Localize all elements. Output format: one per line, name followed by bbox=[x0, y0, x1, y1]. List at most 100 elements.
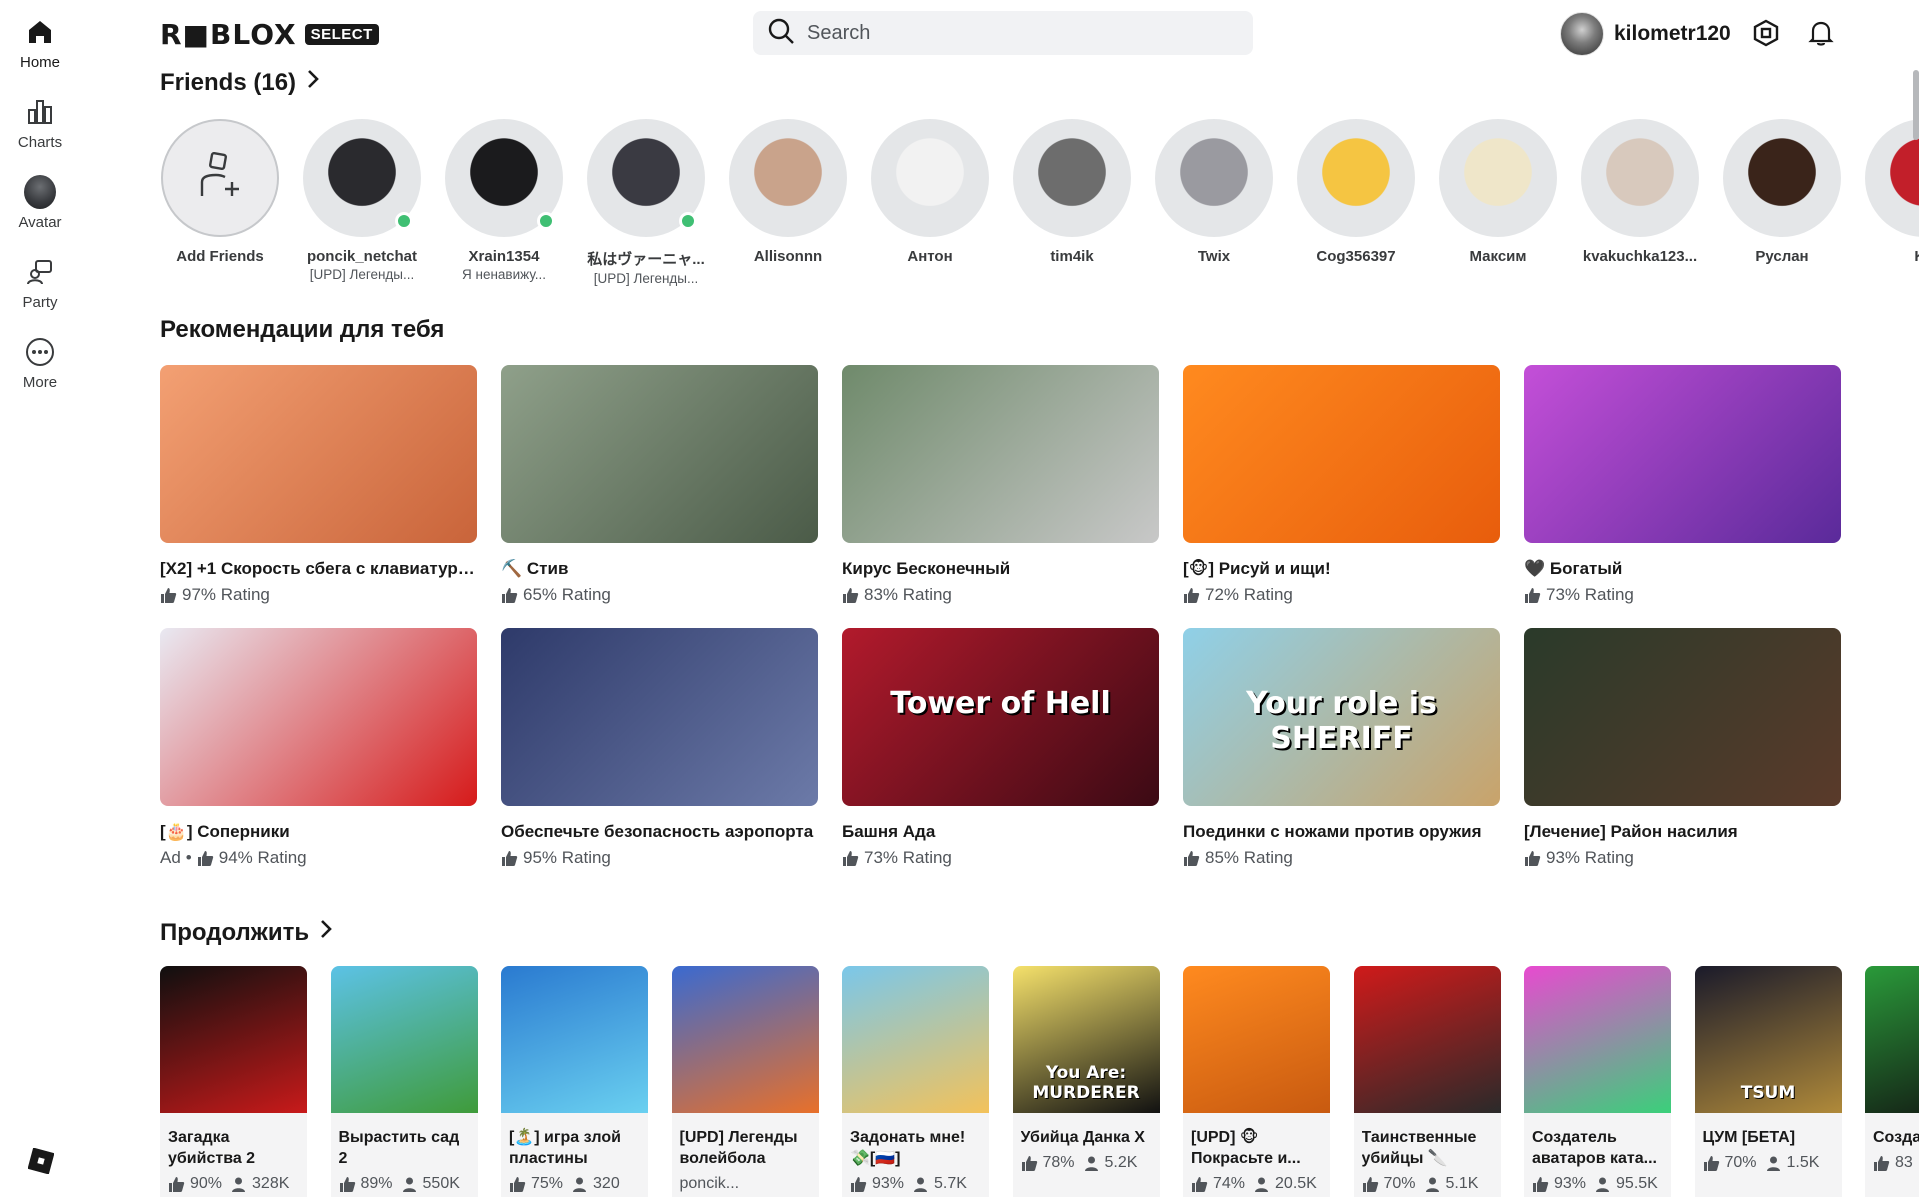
game-tile[interactable]: ⛏️ Стив 65% Rating bbox=[501, 365, 818, 605]
friend-item[interactable]: poncik_netchat [UPD] Легенды... bbox=[302, 119, 422, 282]
game-info: ЦУМ [БЕТА] 70% 1.5K bbox=[1694, 1113, 1842, 1197]
page-scrollbar[interactable] bbox=[1913, 70, 1919, 140]
game-tile[interactable]: Your role is SHERIFF Поединки с ножами пр… bbox=[1183, 628, 1500, 868]
game-thumbnail bbox=[1524, 365, 1841, 543]
game-info: Убийца Данка Х 78% 5.2K bbox=[1012, 1113, 1160, 1197]
friend-name: Антон bbox=[907, 248, 953, 265]
game-meta: 95% Rating bbox=[501, 848, 818, 868]
game-tile[interactable]: [🎂] Соперники Ad • 94% Rating bbox=[160, 628, 477, 868]
game-tile[interactable]: Обеспечьте безопасность аэропорта 95% Rat… bbox=[501, 628, 818, 868]
thumbs-up-icon bbox=[168, 1176, 185, 1193]
friend-avatar bbox=[1581, 119, 1699, 237]
friend-item[interactable]: Xrain1354 Я ненавижу... bbox=[444, 119, 564, 282]
game-tile[interactable]: 🖤 Богатый 73% Rating bbox=[1524, 365, 1841, 605]
friend-item[interactable]: tim4ik bbox=[1012, 119, 1132, 265]
game-title: 🖤 Богатый bbox=[1524, 559, 1623, 578]
rating-text: 70% bbox=[1383, 1175, 1416, 1192]
thumbnail-overlay-text: Tower of Hell bbox=[890, 686, 1111, 721]
continue-title-text: Продолжить bbox=[160, 918, 310, 946]
continue-game-tile[interactable]: Созда футбо 83 bbox=[1865, 966, 1919, 1197]
game-thumbnail bbox=[842, 966, 989, 1113]
game-tile[interactable]: [X2] +1 Скорость сбега с клавиатуры | ..… bbox=[160, 365, 477, 605]
game-tile[interactable]: Кирус Бесконечный 83% Rating bbox=[842, 365, 1159, 605]
continue-game-tile[interactable]: Таинственные убийцы 🔪 70% 5.1K bbox=[1353, 966, 1501, 1197]
friend-avatar bbox=[1439, 119, 1557, 237]
continue-game-tile[interactable]: Загадка убийства 2 90% 328K bbox=[160, 966, 307, 1197]
friend-avatar bbox=[1723, 119, 1841, 237]
continue-game-tile[interactable]: [UPD] 🐵Покрасьте и... 74% 20.5K bbox=[1183, 966, 1330, 1197]
game-meta: 74% 20.5K bbox=[1191, 1175, 1322, 1193]
players-icon bbox=[571, 1176, 588, 1193]
robux-icon[interactable] bbox=[1751, 18, 1781, 48]
game-thumbnail bbox=[671, 966, 819, 1113]
add-friends-button[interactable]: Add Friends bbox=[160, 119, 280, 265]
game-meta: 78% 5.2K bbox=[1021, 1154, 1152, 1172]
rating-text: 93% bbox=[872, 1175, 905, 1192]
thumbs-up-icon bbox=[501, 850, 518, 867]
friend-item[interactable]: Allisonnn bbox=[728, 119, 848, 265]
game-info: Создатель аватаров ката... 93% 95.5K bbox=[1524, 1113, 1671, 1197]
players-count: 550K bbox=[422, 1175, 460, 1192]
roblox-logo[interactable]: R■BLOX SELECT bbox=[160, 18, 379, 51]
rating-text: 95% Rating bbox=[523, 848, 611, 867]
game-thumbnail: You Are: MURDERER bbox=[1012, 966, 1160, 1113]
friend-item[interactable]: 私はヴァーニャ... [UPD] Легенды... bbox=[586, 119, 706, 286]
friend-avatar bbox=[1013, 119, 1131, 237]
game-info: Задонать мне! 💸[🇷🇺] 93% 5.7K bbox=[842, 1113, 989, 1197]
friend-item[interactable]: Максим bbox=[1438, 119, 1558, 265]
avatar-icon bbox=[24, 175, 56, 209]
game-title: Вырастить сад 2 bbox=[338, 1129, 460, 1167]
friend-avatar bbox=[1297, 119, 1415, 237]
continue-game-tile[interactable]: Вырастить сад 2 89% 550K bbox=[330, 966, 478, 1197]
game-title: [UPD] Легенды волейбола bbox=[679, 1129, 798, 1167]
search-input[interactable] bbox=[807, 21, 1227, 45]
game-meta: 72% Rating bbox=[1183, 585, 1500, 605]
nav-avatar[interactable]: Avatar bbox=[0, 175, 80, 231]
continue-game-tile[interactable]: TSUM ЦУМ [БЕТА] 70% 1.5K bbox=[1694, 966, 1842, 1197]
game-info: [UPD] 🐵Покрасьте и... 74% 20.5K bbox=[1183, 1113, 1330, 1197]
players-count: 95.5K bbox=[1616, 1175, 1658, 1192]
game-tile[interactable]: [Лечение] Район насилия 93% Rating bbox=[1524, 628, 1841, 868]
continue-game-tile[interactable]: Задонать мне! 💸[🇷🇺] 93% 5.7K bbox=[842, 966, 989, 1197]
add-friends-label: Add Friends bbox=[176, 248, 264, 265]
add-friend-avatar bbox=[161, 119, 279, 237]
continue-game-tile[interactable]: Создатель аватаров ката... 93% 95.5K bbox=[1524, 966, 1671, 1197]
search-bar[interactable] bbox=[753, 11, 1253, 55]
user-avatar bbox=[1560, 12, 1604, 56]
recommended-title-text: Рекомендации для тебя bbox=[160, 316, 445, 343]
game-title: Поединки с ножами против оружия bbox=[1183, 822, 1482, 841]
roblox-tilt-logo-icon[interactable] bbox=[27, 1147, 55, 1175]
players-icon bbox=[1253, 1176, 1270, 1193]
friend-item[interactable]: Cog356397 bbox=[1296, 119, 1416, 265]
friend-name: Allisonnn bbox=[753, 248, 823, 265]
game-info: Загадка убийства 2 90% 328K bbox=[160, 1113, 307, 1197]
friend-item[interactable]: kvakuchka123... bbox=[1580, 119, 1700, 265]
continue-section-title[interactable]: Продолжить bbox=[160, 918, 333, 947]
nav-home[interactable]: Home bbox=[0, 16, 80, 71]
rating-text: 93% Rating bbox=[1546, 848, 1634, 867]
players-count: 320 bbox=[593, 1175, 620, 1192]
game-meta: 89% 550K bbox=[339, 1175, 470, 1193]
players-icon bbox=[1594, 1176, 1611, 1193]
friend-item[interactable]: Ka bbox=[1864, 119, 1919, 265]
players-icon bbox=[1083, 1155, 1100, 1172]
rating-text: 83 bbox=[1895, 1154, 1913, 1171]
nav-charts[interactable]: Charts bbox=[0, 96, 80, 151]
continue-game-tile[interactable]: You Are: MURDERER Убийца Данка Х 78% 5.2K bbox=[1012, 966, 1160, 1197]
friend-item[interactable]: Руслан bbox=[1722, 119, 1842, 265]
friend-item[interactable]: Антон bbox=[870, 119, 990, 265]
continue-game-tile[interactable]: [UPD] Легенды волейбола poncik... bbox=[671, 966, 819, 1197]
game-tile[interactable]: [🐵] Рисуй и ищи! 72% Rating bbox=[1183, 365, 1500, 605]
continue-game-tile[interactable]: [🏝️] игра злой пластины 75% 320 bbox=[501, 966, 648, 1197]
game-info: [🏝️] игра злой пластины 75% 320 bbox=[501, 1113, 648, 1197]
thumbnail-overlay-text: Your role is SHERIFF bbox=[1246, 686, 1437, 756]
nav-party[interactable]: Party bbox=[0, 256, 80, 311]
notifications-bell-icon[interactable] bbox=[1806, 18, 1836, 48]
game-meta: 73% Rating bbox=[1524, 585, 1841, 605]
nav-more[interactable]: More bbox=[0, 336, 80, 391]
friend-item[interactable]: Twix bbox=[1154, 119, 1274, 265]
friend-name: tim4ik bbox=[1050, 248, 1094, 265]
user-profile[interactable]: kilometr120 bbox=[1560, 12, 1731, 56]
game-tile[interactable]: Tower of Hell Башня Ада 73% Rating bbox=[842, 628, 1159, 868]
friends-section-title[interactable]: Friends (16) bbox=[160, 68, 320, 97]
